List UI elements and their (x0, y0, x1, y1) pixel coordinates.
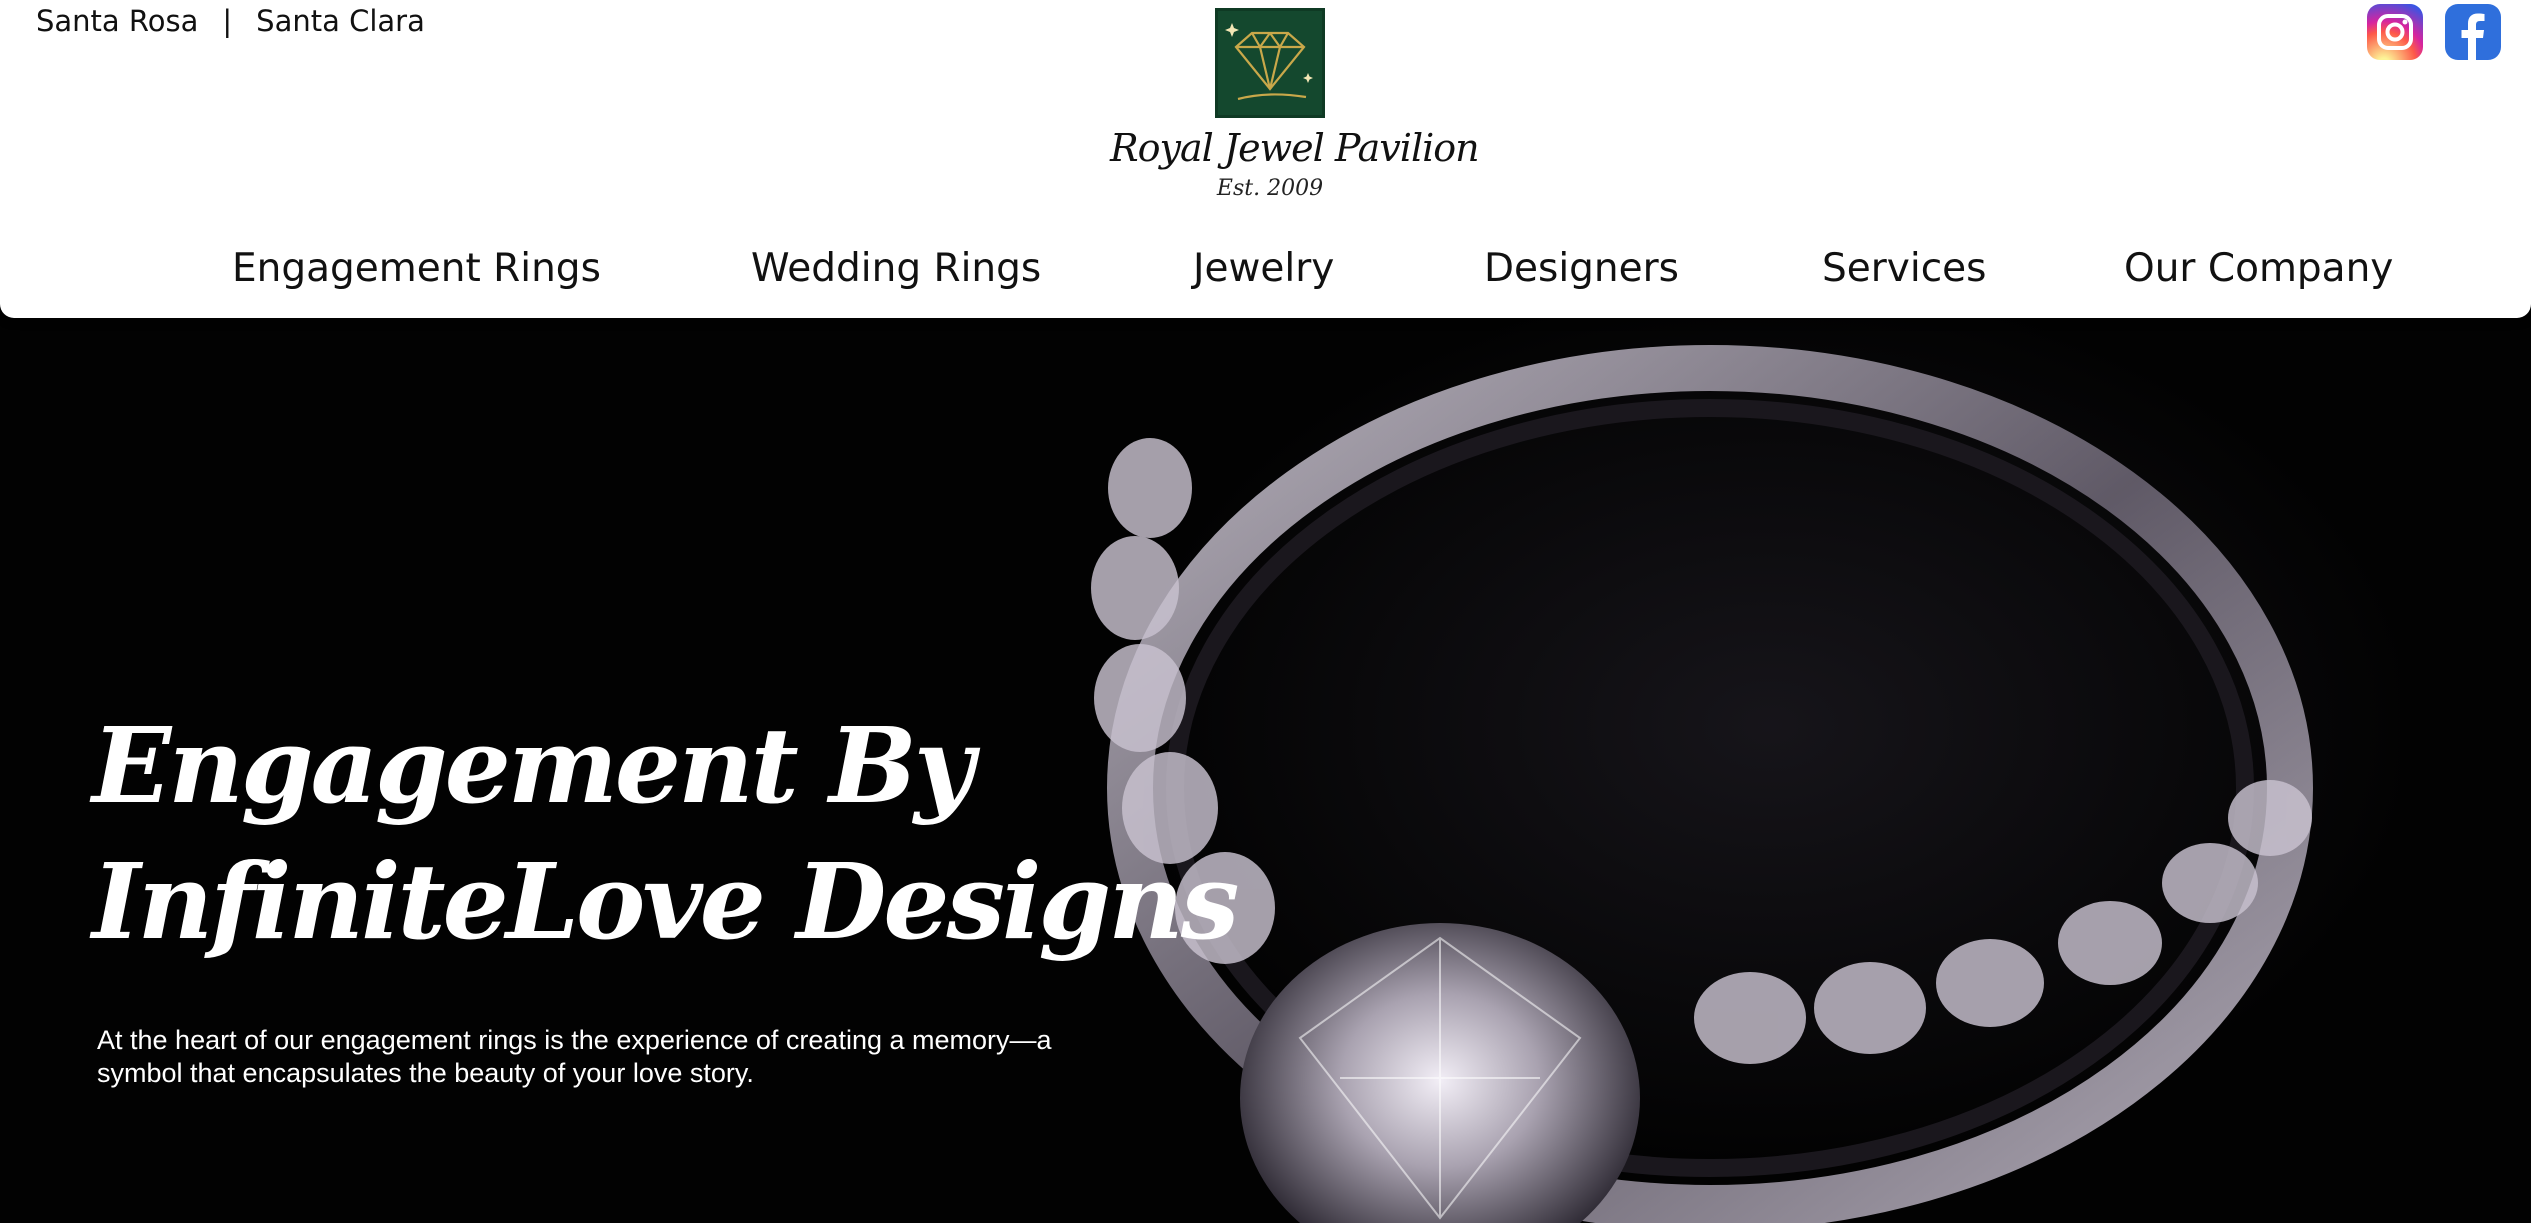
hero-description: At the heart of our engagement rings is … (97, 1025, 1052, 1088)
location-links: Santa Rosa | Santa Clara (36, 4, 425, 38)
nav-our-company[interactable]: Our Company (2124, 246, 2393, 291)
location-santa-clara[interactable]: Santa Clara (256, 4, 425, 38)
nav-designers[interactable]: Designers (1484, 246, 1679, 291)
social-links (2367, 4, 2501, 60)
brand-name: Royal Jewel Pavilion (1110, 126, 1480, 170)
hero-section: Engagement By InfiniteLove Designs At th… (0, 318, 2531, 1223)
diamond-logo-icon (1215, 8, 1325, 118)
facebook-icon[interactable] (2445, 4, 2501, 60)
nav-engagement-rings[interactable]: Engagement Rings (232, 246, 601, 291)
hero-title: Engagement By InfiniteLove Designs (92, 698, 1239, 970)
hero-title-line-2: InfiniteLove Designs (92, 840, 1239, 963)
hero-title-line-1: Engagement By (92, 704, 974, 827)
nav-jewelry[interactable]: Jewelry (1193, 246, 1334, 291)
nav-services[interactable]: Services (1822, 246, 1986, 291)
site-header: Santa Rosa | Santa Clara Royal Jewel Pav… (0, 0, 2531, 318)
main-nav: Engagement Rings Wedding Rings Jewelry D… (0, 246, 2531, 302)
instagram-icon[interactable] (2367, 4, 2423, 60)
location-separator: | (222, 4, 233, 38)
brand-established: Est. 2009 (1216, 176, 1324, 201)
nav-wedding-rings[interactable]: Wedding Rings (751, 246, 1041, 291)
location-santa-rosa[interactable]: Santa Rosa (36, 4, 198, 38)
site-logo[interactable]: Royal Jewel Pavilion Est. 2009 (1110, 8, 1480, 201)
